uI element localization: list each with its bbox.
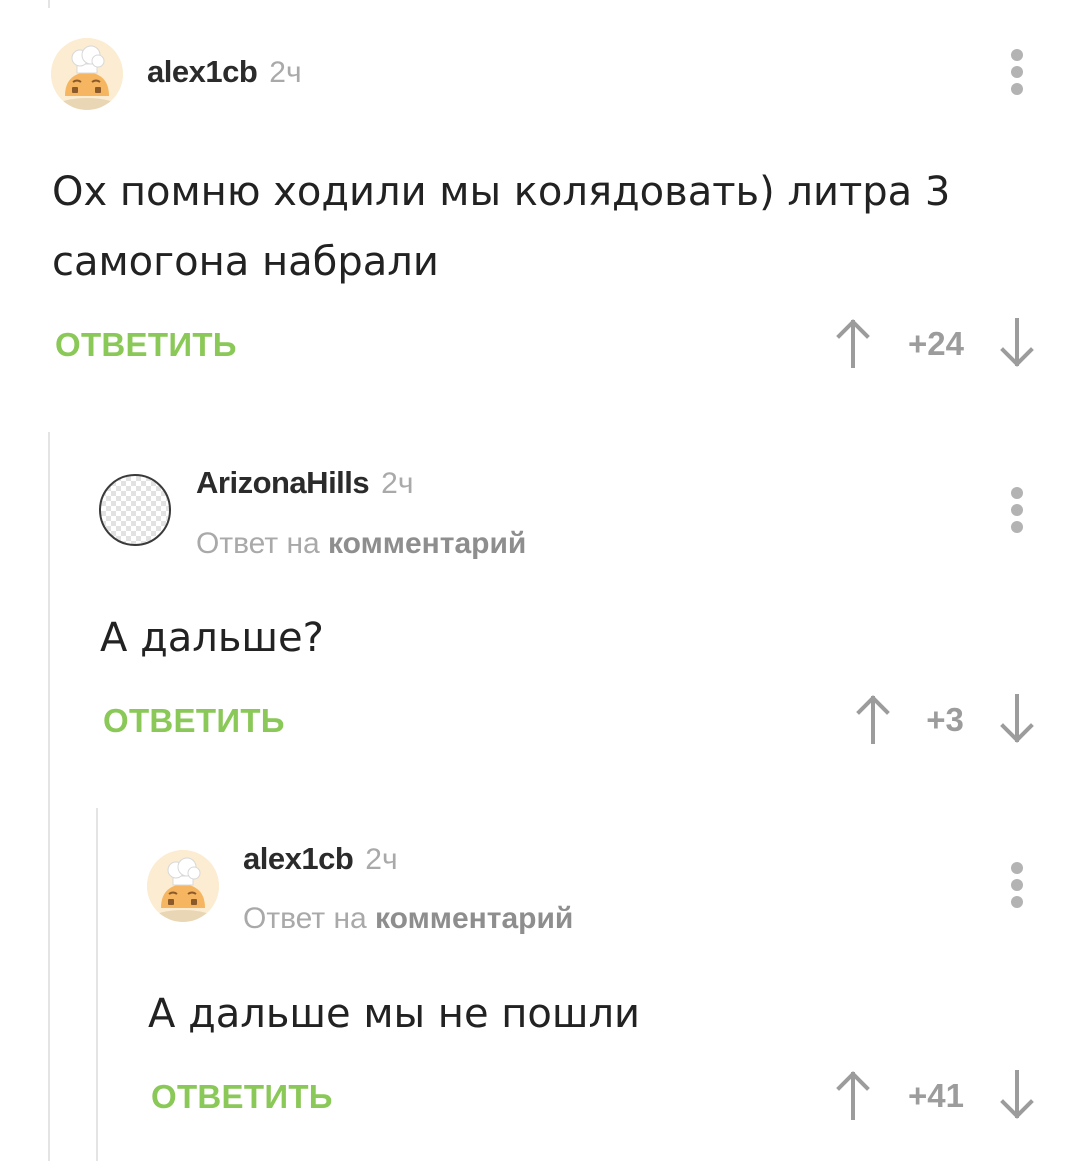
reply-to-link[interactable]: комментарий: [375, 902, 573, 935]
thread-line-level-2: [96, 808, 98, 1161]
thread-line-level-1: [48, 432, 50, 1161]
username[interactable]: alex1cb: [243, 841, 354, 876]
comment-header: ArizonaHills 2ч: [196, 465, 413, 501]
more-vertical-icon[interactable]: [1010, 49, 1024, 95]
more-vertical-icon[interactable]: [1010, 862, 1024, 908]
arrow-down-icon[interactable]: [999, 1070, 1035, 1120]
rating-value: +41: [908, 1077, 964, 1114]
arrow-down-icon[interactable]: [999, 318, 1035, 368]
reply-button[interactable]: ОТВЕТИТЬ: [151, 1078, 333, 1116]
pikabu-chef-avatar-icon[interactable]: [147, 850, 219, 922]
arrow-up-icon[interactable]: [835, 1070, 871, 1120]
reply-button[interactable]: ОТВЕТИТЬ: [55, 326, 237, 364]
arrow-up-icon[interactable]: [835, 318, 871, 368]
comment-time: 2ч: [365, 843, 398, 876]
more-vertical-icon[interactable]: [1010, 487, 1024, 533]
reply-to-prefix: Ответ на: [243, 902, 367, 935]
reply-to-label: Ответ на комментарий: [196, 527, 526, 561]
comment-header: alex1cb 2ч: [243, 841, 398, 877]
arrow-up-icon[interactable]: [855, 694, 891, 744]
reply-to-link[interactable]: комментарий: [328, 527, 526, 560]
rating-value: +24: [908, 325, 964, 362]
default-avatar-icon[interactable]: [99, 474, 171, 546]
pikabu-chef-avatar-icon[interactable]: [51, 38, 123, 110]
comment-header: alex1cb 2ч: [147, 54, 302, 90]
username[interactable]: alex1cb: [147, 54, 258, 89]
username[interactable]: ArizonaHills: [196, 465, 370, 500]
thread-line-top: [48, 0, 50, 8]
comment-text: А дальше мы не пошли: [148, 991, 641, 1037]
comment-text: Ох помню ходили мы колядовать) литра 3 с…: [52, 169, 951, 285]
comment-text: А дальше?: [100, 615, 324, 661]
comment-time: 2ч: [381, 467, 414, 500]
reply-to-prefix: Ответ на: [196, 527, 320, 560]
reply-to-label: Ответ на комментарий: [243, 902, 573, 936]
comment-time: 2ч: [269, 56, 302, 89]
rating-value: +3: [926, 701, 964, 738]
reply-button[interactable]: ОТВЕТИТЬ: [103, 702, 285, 740]
arrow-down-icon[interactable]: [999, 694, 1035, 744]
